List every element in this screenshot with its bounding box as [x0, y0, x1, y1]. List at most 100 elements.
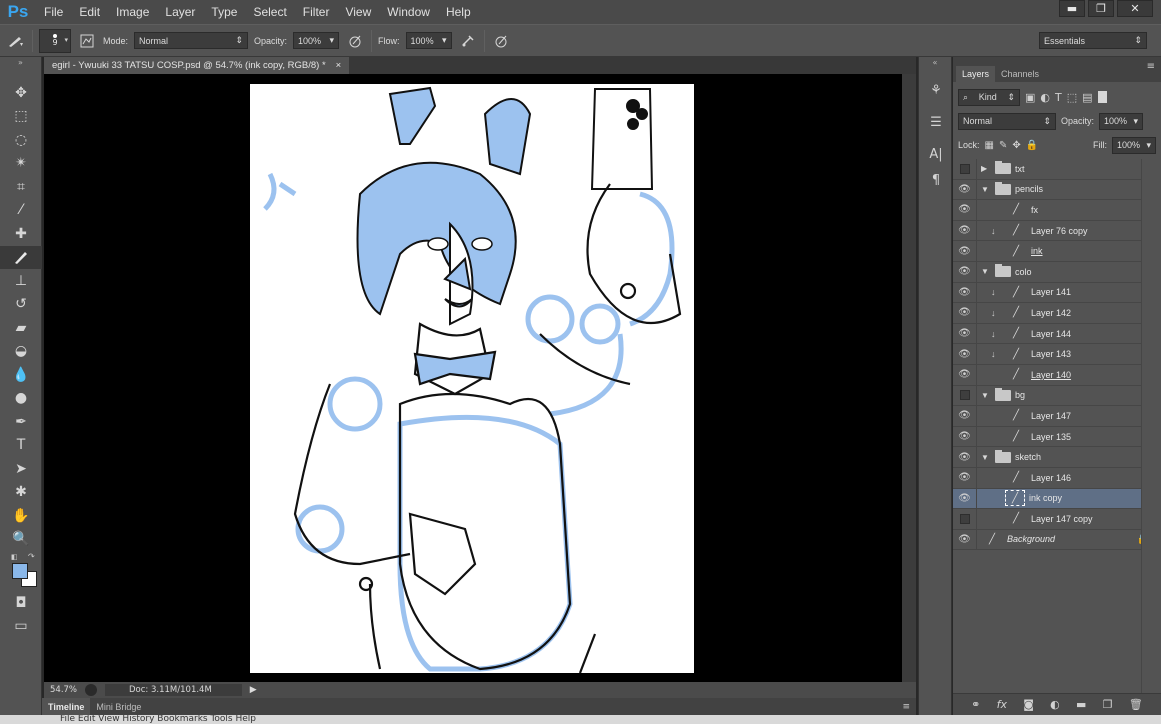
character-panel-icon[interactable]: A|: [919, 141, 953, 167]
layer-row[interactable]: 👁 ╱ fx: [953, 200, 1161, 221]
filter-adjustment-icon[interactable]: ◐: [1040, 91, 1050, 104]
menu-window[interactable]: Window: [379, 0, 438, 24]
tab-layers[interactable]: Layers: [956, 66, 996, 82]
blur-tool-icon[interactable]: 💧: [0, 363, 42, 387]
workspace-select[interactable]: Essentials ⇕: [1039, 32, 1147, 49]
airbrush-icon[interactable]: [458, 31, 478, 51]
lasso-tool-icon[interactable]: ◌: [0, 128, 42, 152]
move-tool-icon[interactable]: ✥: [0, 81, 42, 105]
layer-group-row[interactable]: 👁 ▼ colo: [953, 261, 1161, 283]
marquee-tool-icon[interactable]: ⬚: [0, 105, 42, 129]
lock-position-icon[interactable]: ✥: [1012, 140, 1020, 151]
layer-group-row[interactable]: 👁 ▼ pencils: [953, 179, 1161, 201]
visibility-toggle[interactable]: 👁: [953, 303, 977, 323]
eyedropper-tool-icon[interactable]: ⁄: [0, 199, 42, 223]
close-button[interactable]: ✕: [1117, 0, 1153, 17]
type-tool-icon[interactable]: T: [0, 434, 42, 458]
canvas-vertical-scrollbar[interactable]: [902, 74, 916, 682]
layer-group-row[interactable]: ▶ txt: [953, 159, 1161, 180]
tab-mini-bridge[interactable]: Mini Bridge: [90, 698, 147, 715]
visibility-toggle[interactable]: 👁: [953, 488, 977, 509]
layers-scrollbar[interactable]: [1141, 159, 1161, 693]
brush-panel-icon[interactable]: ☰: [919, 109, 953, 135]
visibility-toggle[interactable]: 👁: [953, 364, 977, 385]
filter-kind-select[interactable]: ⌕ Kind ⇕: [958, 88, 1020, 106]
visibility-toggle[interactable]: 👁: [953, 179, 977, 200]
custom-shape-tool-icon[interactable]: ✱: [0, 481, 42, 505]
menu-file[interactable]: File: [36, 0, 71, 24]
layer-opacity-input[interactable]: 100% ▾: [1099, 112, 1144, 130]
expand-triangle-icon[interactable]: ▼: [981, 185, 991, 194]
layer-row[interactable]: 👁 ↓ ╱ Layer 76 copy: [953, 220, 1161, 242]
layer-row[interactable]: 👁 ╱ Layer 140: [953, 364, 1161, 386]
restore-button[interactable]: ❐: [1088, 0, 1114, 17]
paint-bucket-tool-icon[interactable]: ◒: [0, 340, 42, 364]
menu-image[interactable]: Image: [108, 0, 157, 24]
filter-shape-icon[interactable]: ⬚: [1067, 91, 1077, 104]
layer-row[interactable]: 👁 ↓ ╱ Layer 144: [953, 323, 1161, 345]
menu-type[interactable]: Type: [203, 0, 245, 24]
screen-mode-icon[interactable]: ▭: [0, 615, 42, 639]
tab-timeline[interactable]: Timeline: [42, 698, 91, 715]
crop-tool-icon[interactable]: ⌗: [0, 175, 42, 199]
expand-triangle-icon[interactable]: ▼: [981, 453, 991, 462]
expand-triangle-icon[interactable]: ▼: [981, 391, 991, 400]
history-brush-tool-icon[interactable]: ↺: [0, 293, 42, 317]
menu-select[interactable]: Select: [245, 0, 294, 24]
zoom-tool-icon[interactable]: 🔍: [0, 528, 42, 552]
visibility-toggle[interactable]: 👁: [953, 467, 977, 488]
layer-style-icon[interactable]: fx: [997, 698, 1007, 711]
minimize-button[interactable]: ▬: [1059, 0, 1085, 17]
healing-brush-tool-icon[interactable]: ✚: [0, 222, 42, 246]
clone-stamp-tool-icon[interactable]: ⊥: [0, 269, 42, 293]
brush-presets-icon[interactable]: ⚘: [919, 77, 953, 103]
visibility-toggle[interactable]: [953, 159, 977, 179]
visibility-toggle[interactable]: 👁: [953, 447, 977, 467]
link-layers-icon[interactable]: ⚭: [971, 698, 980, 711]
lock-pixels-icon[interactable]: ✎: [999, 140, 1007, 151]
new-group-icon[interactable]: ▬: [1076, 698, 1086, 711]
brush-size-picker[interactable]: 9 ▾: [39, 28, 71, 53]
opacity-input[interactable]: 100% ▾: [293, 32, 340, 49]
mode-select[interactable]: Normal ⇕: [134, 32, 249, 49]
swap-colors-icon[interactable]: ↷: [28, 552, 35, 561]
layer-row[interactable]: ╱ Layer 147 copy: [953, 509, 1161, 530]
new-layer-icon[interactable]: ❐: [1103, 698, 1113, 711]
filter-type-icon[interactable]: T: [1055, 91, 1062, 104]
fill-input[interactable]: 100% ▾: [1112, 136, 1156, 154]
paragraph-panel-icon[interactable]: ¶: [919, 167, 953, 193]
visibility-toggle[interactable]: 👁: [953, 529, 977, 550]
quick-mask-icon[interactable]: ◘: [0, 591, 42, 615]
menu-view[interactable]: View: [337, 0, 379, 24]
magic-wand-tool-icon[interactable]: ✴: [0, 152, 42, 176]
path-selection-tool-icon[interactable]: ➤: [0, 457, 42, 481]
dodge-tool-icon[interactable]: ●: [0, 387, 42, 411]
eraser-tool-icon[interactable]: ▰: [0, 316, 42, 340]
visibility-toggle[interactable]: 👁: [953, 282, 977, 303]
menu-help[interactable]: Help: [438, 0, 479, 24]
filter-smart-object-icon[interactable]: ▤: [1082, 91, 1092, 104]
layer-row[interactable]: 👁 ╱ ink copy: [953, 488, 1161, 510]
visibility-toggle[interactable]: 👁: [953, 406, 977, 426]
share-icon[interactable]: [85, 684, 98, 696]
panel-collapse-icon[interactable]: «: [919, 57, 951, 69]
collapse-triangle-icon[interactable]: ▶: [981, 164, 991, 173]
color-swatches[interactable]: ◧ ↷: [0, 551, 42, 591]
layer-row[interactable]: 👁 ↓ ╱ Layer 142: [953, 303, 1161, 324]
layer-row[interactable]: 👁 ╱ Layer 146: [953, 467, 1161, 489]
foreground-color-swatch[interactable]: [12, 563, 28, 579]
default-colors-icon[interactable]: ◧: [11, 553, 18, 561]
pressure-opacity-icon[interactable]: [345, 31, 365, 51]
status-menu-arrow-icon[interactable]: ▶: [250, 685, 257, 695]
brush-tool-icon[interactable]: [0, 245, 42, 269]
blend-mode-select[interactable]: Normal ⇕: [958, 112, 1056, 130]
adjustment-layer-icon[interactable]: ◐: [1050, 698, 1060, 711]
artwork-canvas[interactable]: [250, 84, 694, 674]
flow-input[interactable]: 100% ▾: [405, 32, 452, 49]
panel-menu-icon[interactable]: ≡: [1147, 61, 1155, 72]
layer-row[interactable]: 👁 ╱ ink: [953, 241, 1161, 262]
visibility-toggle[interactable]: 👁: [953, 261, 977, 282]
brush-tool-preset-icon[interactable]: ▾: [6, 31, 26, 51]
visibility-toggle[interactable]: 👁: [953, 344, 977, 364]
close-tab-icon[interactable]: ×: [336, 60, 342, 71]
